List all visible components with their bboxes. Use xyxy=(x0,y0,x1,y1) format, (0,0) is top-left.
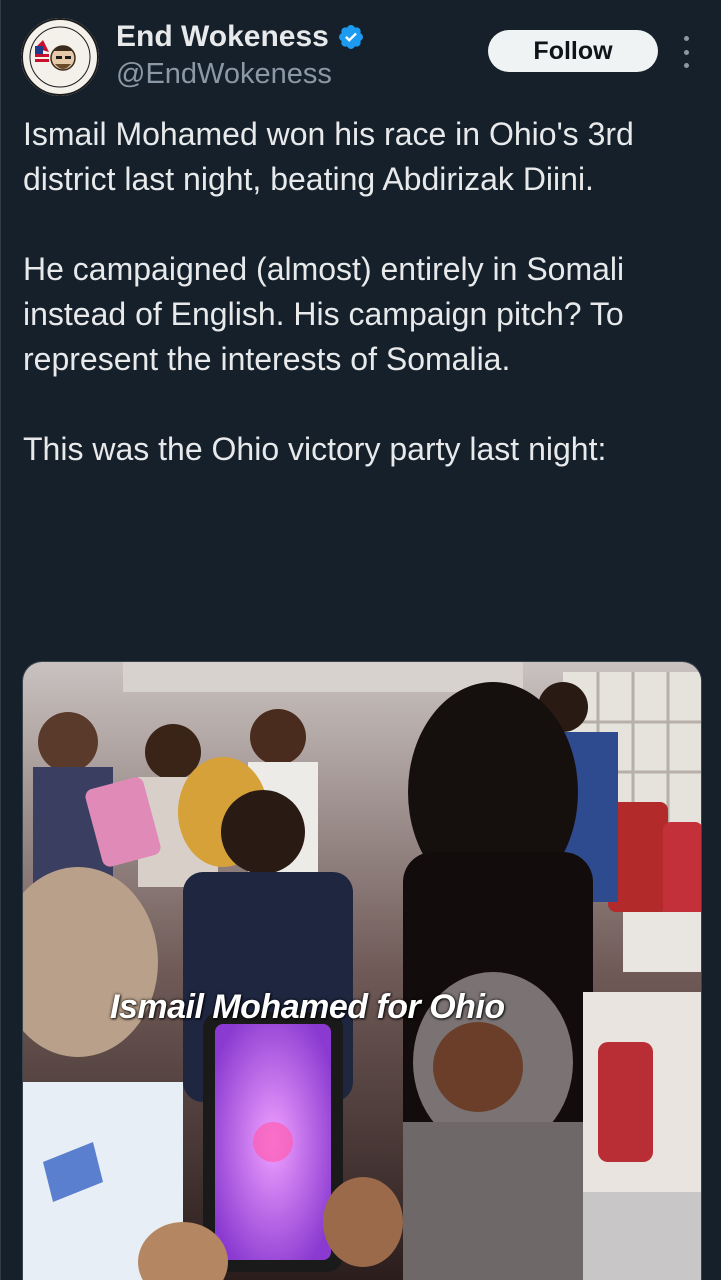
author-handle[interactable]: @EndWokeness xyxy=(116,56,332,92)
author-name-text: End Wokeness xyxy=(116,20,329,53)
more-dot xyxy=(683,49,689,55)
author-avatar[interactable] xyxy=(21,18,99,96)
tweet-paragraph: Ismail Mohamed won his race in Ohio's 3r… xyxy=(23,116,634,197)
video-caption: Ismail Mohamed for Ohio xyxy=(110,988,505,1026)
avatar-logo-icon xyxy=(21,18,99,96)
tweet-text: Ismail Mohamed won his race in Ohio's 3r… xyxy=(23,112,703,472)
video-frame-image xyxy=(23,662,701,1280)
more-dot xyxy=(683,63,689,68)
tweet-card: End Wokeness @EndWokeness Follow Ismail … xyxy=(0,0,721,1280)
tweet-media-video[interactable]: Ismail Mohamed for Ohio xyxy=(22,661,702,1280)
verified-badge-icon xyxy=(338,25,363,49)
more-icon[interactable] xyxy=(677,36,695,68)
follow-button[interactable]: Follow xyxy=(488,30,658,72)
tweet-paragraph: This was the Ohio victory party last nig… xyxy=(23,431,607,467)
tweet-paragraph: He campaigned (almost) entirely in Somal… xyxy=(23,251,625,377)
more-dot xyxy=(683,36,689,41)
author-name[interactable]: End Wokeness xyxy=(116,19,365,55)
